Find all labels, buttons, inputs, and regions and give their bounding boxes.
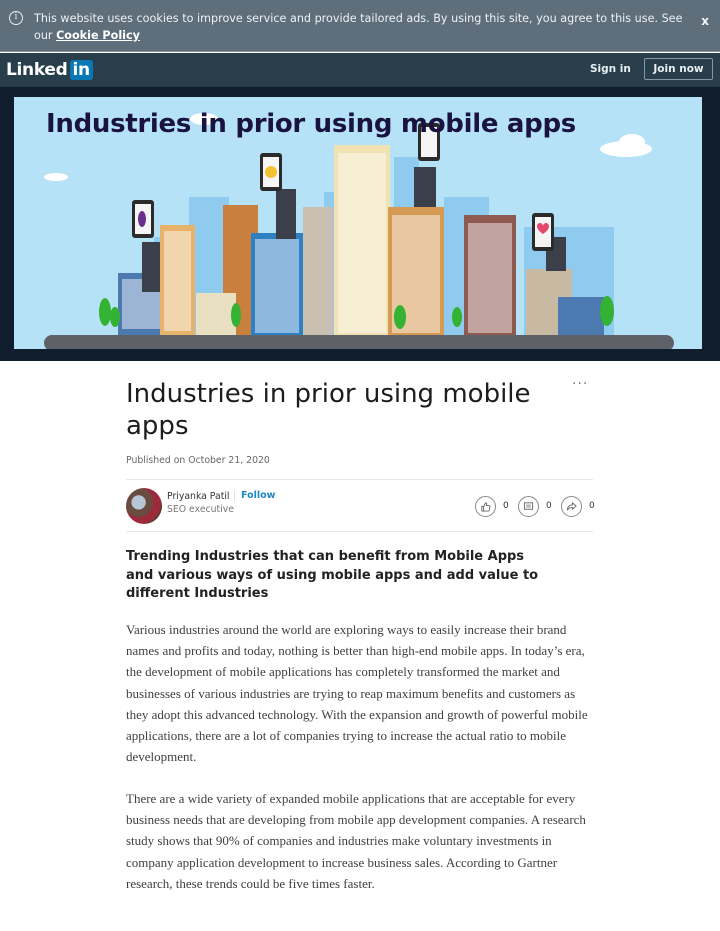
share-count: 0: [589, 501, 595, 511]
share-button[interactable]: 0: [561, 495, 595, 517]
join-now-button[interactable]: Join now: [644, 58, 713, 80]
article-subheading: Trending Industries that can benefit fro…: [126, 549, 539, 601]
separator: [234, 491, 235, 501]
follow-button[interactable]: Follow: [241, 490, 275, 501]
like-button[interactable]: 0: [475, 495, 509, 517]
cookie-policy-link[interactable]: Cookie Policy: [56, 29, 140, 42]
hero-title: Industries in prior using mobile apps: [46, 109, 576, 139]
like-icon: [475, 495, 496, 517]
divider: [126, 479, 593, 480]
article-paragraph: Various industries around the world are …: [126, 622, 588, 765]
cookie-banner: i This website uses cookies to improve s…: [0, 0, 720, 52]
logo-text: Linked: [6, 60, 68, 80]
comment-count: 0: [546, 501, 552, 511]
info-icon: i: [9, 11, 23, 25]
article-title: Industries in prior using mobile apps: [126, 379, 531, 441]
like-count: 0: [503, 501, 509, 511]
divider: [126, 531, 593, 532]
hero-banner: Industries in prior using mobile apps: [0, 87, 720, 361]
linkedin-logo[interactable]: Linked in: [6, 59, 93, 81]
cookie-message: This website uses cookies to improve ser…: [34, 10, 684, 44]
author-role: SEO executive: [167, 504, 234, 515]
hero-image: Industries in prior using mobile apps: [14, 97, 702, 349]
top-nav: Linked in Sign in Join now: [0, 53, 720, 87]
author-name[interactable]: Priyanka Patil: [167, 491, 230, 502]
more-options-icon[interactable]: ...: [572, 373, 588, 387]
sign-in-link[interactable]: Sign in: [590, 63, 631, 75]
share-icon: [561, 495, 582, 517]
comment-icon: [518, 495, 539, 517]
close-icon[interactable]: x: [701, 14, 709, 28]
article-paragraph: There are a wide variety of expanded mob…: [126, 791, 586, 891]
published-date: Published on October 21, 2020: [126, 455, 270, 466]
road: [44, 335, 674, 349]
logo-badge: in: [69, 60, 93, 80]
comment-button[interactable]: 0: [518, 495, 552, 517]
author-avatar[interactable]: [126, 488, 162, 524]
